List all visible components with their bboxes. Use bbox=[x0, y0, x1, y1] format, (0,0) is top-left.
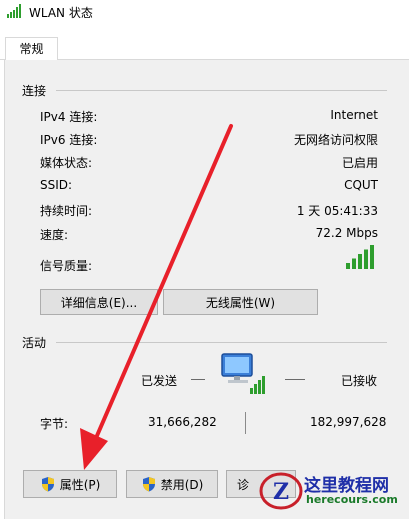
ipv6-value: 无网络访问权限 bbox=[293, 133, 378, 147]
sent-dash bbox=[191, 379, 205, 380]
tab-general[interactable]: 常规 bbox=[5, 37, 58, 60]
bytes-sent-value: 31,666,282 bbox=[148, 415, 217, 429]
signal-bar bbox=[364, 249, 368, 269]
bytes-received-value: 182,997,628 bbox=[310, 415, 387, 429]
received-label: 已接收 bbox=[341, 374, 378, 388]
ipv4-value: Internet bbox=[330, 108, 378, 122]
watermark-logo-letter: Z bbox=[273, 479, 289, 505]
speed-label: 速度: bbox=[40, 228, 69, 242]
media-state-label: 媒体状态: bbox=[40, 156, 93, 170]
ipv6-label: IPv6 连接: bbox=[40, 133, 98, 147]
disable-button-label: 禁用(D) bbox=[160, 477, 204, 492]
uac-shield-icon bbox=[142, 477, 155, 492]
sent-label: 已发送 bbox=[141, 374, 178, 388]
activity-group-line bbox=[56, 342, 387, 343]
media-state-value: 已启用 bbox=[341, 156, 378, 170]
title-bar: WLAN 状态 bbox=[0, 0, 409, 24]
wifi-signal-icon bbox=[7, 4, 21, 18]
bytes-divider bbox=[245, 412, 246, 434]
signal-quality-label: 信号质量: bbox=[40, 259, 93, 273]
signal-bar bbox=[358, 254, 362, 269]
connection-group-label: 连接 bbox=[22, 84, 47, 98]
signal-bars-icon bbox=[346, 245, 374, 269]
watermark-url: herecours.com bbox=[306, 493, 398, 506]
details-button[interactable]: 详细信息(E)... bbox=[40, 289, 158, 315]
signal-bar bbox=[346, 263, 350, 269]
uac-shield-icon bbox=[41, 477, 54, 492]
watermark-logo-icon: Z bbox=[259, 472, 303, 510]
wireless-properties-button[interactable]: 无线属性(W) bbox=[163, 289, 318, 315]
tab-strip-line bbox=[0, 59, 409, 60]
disable-button[interactable]: 禁用(D) bbox=[126, 470, 218, 498]
properties-button-label: 属性(P) bbox=[59, 477, 101, 492]
watermark: Z 这里教程网 herecours.com bbox=[259, 470, 407, 511]
duration-value: 1 天 05:41:33 bbox=[296, 204, 378, 218]
signal-bar bbox=[352, 258, 356, 269]
speed-value: 72.2 Mbps bbox=[315, 226, 378, 240]
ssid-value: CQUT bbox=[344, 178, 378, 192]
bytes-label: 字节: bbox=[40, 417, 69, 431]
network-computer-icon bbox=[221, 353, 265, 394]
duration-label: 持续时间: bbox=[40, 204, 93, 218]
ipv4-label: IPv4 连接: bbox=[40, 110, 98, 124]
received-dash bbox=[285, 379, 305, 380]
connection-group-line bbox=[56, 90, 387, 91]
properties-button[interactable]: 属性(P) bbox=[23, 470, 117, 498]
window-title: WLAN 状态 bbox=[29, 6, 93, 20]
activity-group-label: 活动 bbox=[22, 336, 47, 350]
signal-bar bbox=[370, 245, 374, 269]
ssid-label: SSID: bbox=[40, 178, 73, 192]
